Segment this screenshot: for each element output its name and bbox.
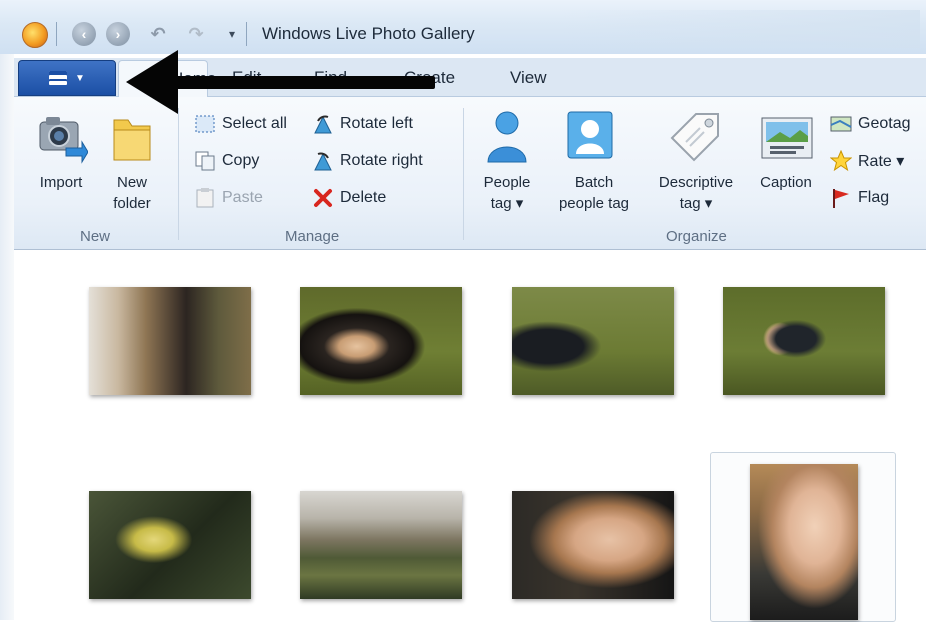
new-folder-label-2: folder [113,195,151,212]
photo-thumbnail[interactable] [300,287,462,395]
photo-thumbnail[interactable] [300,491,462,599]
group-label-new: New [80,228,111,245]
photo-thumbnail[interactable] [512,287,674,395]
rate-label: Rate ▾ [858,153,905,170]
copy-button[interactable]: Copy [194,150,259,172]
people-tag-label-1: People [483,174,531,191]
annotation-arrow-head [126,50,178,114]
select-all-icon [194,113,216,135]
batch-label-1: Batch [574,174,614,191]
annotation-arrow-shaft [160,76,435,89]
title-bar-glass [560,10,920,48]
paste-button[interactable]: Paste [194,187,263,209]
group-label-organize: Organize [666,228,727,245]
select-all-button[interactable]: Select all [194,113,287,135]
delete-icon [312,187,334,209]
batch-people-icon [566,110,614,160]
photo-thumbnail[interactable] [89,287,251,395]
new-folder-icon [110,112,154,164]
forward-icon[interactable]: › [106,22,130,46]
caption-label: Caption [760,174,812,191]
undo-icon[interactable]: ↶ [146,22,170,46]
flag-button[interactable]: Flag [830,187,889,209]
caption-button[interactable]: Caption [748,172,824,193]
title-separator [56,22,57,46]
photo-thumbnail[interactable] [512,491,674,599]
flag-label: Flag [858,189,890,206]
geotag-button[interactable]: Geotag [830,113,910,135]
descriptive-tag-button[interactable]: Descriptive tag ▾ [646,172,746,214]
photo-thumbnail-selected[interactable] [750,464,858,620]
descriptive-label-1: Descriptive [658,174,734,191]
title-separator [246,22,247,46]
paste-icon [194,187,216,209]
import-icon [36,112,89,164]
batch-label-2: people tag [558,195,630,212]
delete-button[interactable]: Delete [312,187,386,209]
select-all-label: Select all [222,115,287,132]
person-icon [484,108,530,164]
people-tag-label-2: tag ▾ [490,195,524,212]
rotate-right-icon [312,150,334,172]
people-tag-button[interactable]: People tag ▾ [474,172,540,214]
app-icon[interactable] [22,22,48,48]
paste-label: Paste [222,189,263,206]
rotate-right-button[interactable]: Rotate right [312,150,423,172]
flag-icon [830,187,852,209]
delete-label: Delete [340,189,387,206]
rotate-left-button[interactable]: Rotate left [312,113,413,135]
copy-icon [194,150,216,172]
back-icon[interactable]: ‹ [72,22,96,46]
app-menu-button[interactable]: ▼ [18,60,116,96]
photo-thumbnail[interactable] [89,491,251,599]
window-title: Windows Live Photo Gallery [262,24,475,43]
batch-people-tag-button[interactable]: Batch people tag [544,172,644,214]
group-label-manage: Manage [285,228,340,245]
customize-dropdown-icon[interactable]: ▾ [220,22,244,46]
rotate-left-label: Rotate left [340,115,413,132]
import-button[interactable]: Import [30,172,92,193]
new-folder-label-1: New [116,174,147,191]
title-bar: ‹ › ↶ ↷ ▾ Windows Live Photo Gallery [0,0,926,54]
group-separator [178,108,179,240]
rate-button[interactable]: Rate ▾ [829,149,905,172]
geotag-label: Geotag [858,115,911,132]
copy-label: Copy [222,152,260,169]
tab-view[interactable]: View [510,68,547,88]
photo-thumbnail[interactable] [723,287,885,395]
redo-icon[interactable]: ↷ [184,22,208,46]
new-folder-button[interactable]: New folder [100,172,164,214]
star-icon [829,149,853,172]
rotate-left-icon [312,113,334,135]
rotate-right-label: Rotate right [340,152,423,169]
menu-icon [49,71,68,85]
tag-icon [666,108,724,166]
group-separator [463,108,464,240]
map-icon [830,113,852,135]
chevron-down-icon: ▼ [75,72,85,84]
window-left-edge [0,0,14,620]
caption-icon [760,116,814,160]
descriptive-label-2: tag ▾ [679,195,713,212]
import-label: Import [39,174,83,191]
